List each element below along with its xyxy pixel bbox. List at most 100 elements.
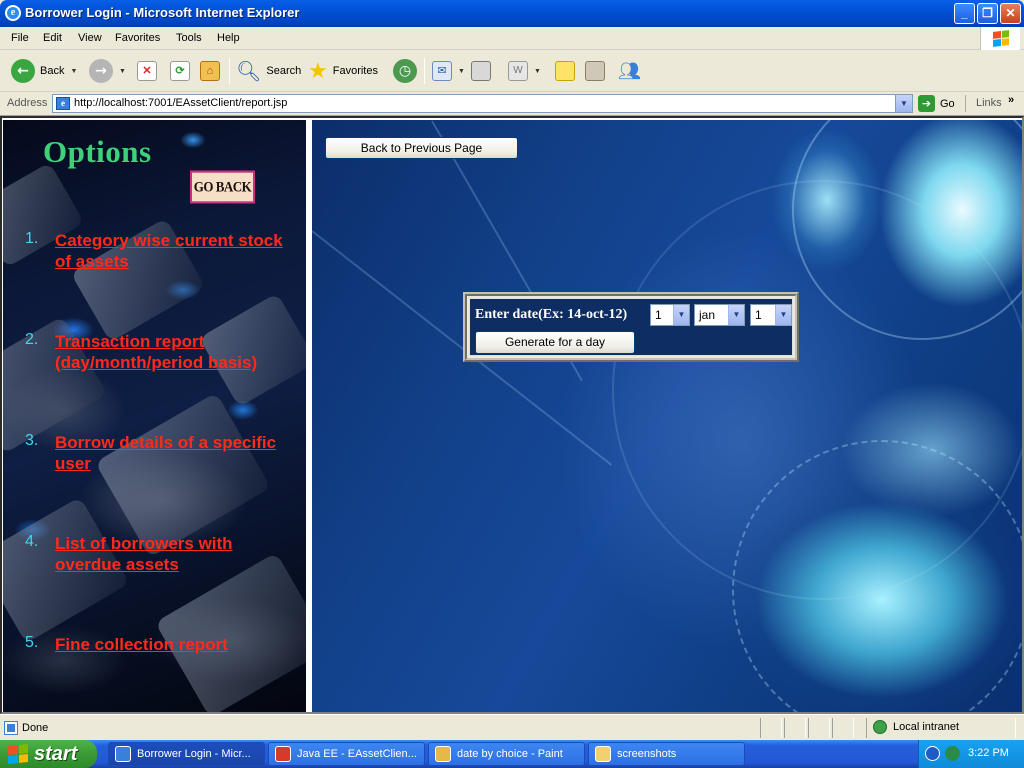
task-label: screenshots [617, 748, 677, 760]
research-button[interactable] [585, 58, 605, 84]
stop-button[interactable]: ✕ [137, 58, 157, 84]
favorites-label: Favorites [332, 65, 378, 77]
tray-collapse-icon[interactable] [925, 746, 940, 761]
edit-icon: W [508, 61, 528, 81]
option-link-category-stock[interactable]: Category wise current stock of assets [55, 230, 295, 272]
page-content: Options GO BACK 1. Category wise current… [0, 116, 1024, 714]
date-label: Enter date(Ex: 14-oct-12) [475, 307, 628, 322]
edit-button[interactable]: W ▼ [508, 58, 541, 84]
toolbar-separator [424, 58, 425, 84]
back-arrow-icon: ← [11, 59, 35, 83]
menu-favorites[interactable]: Favorites [115, 32, 160, 44]
home-button[interactable]: ⌂ [200, 58, 220, 84]
menu-tools[interactable]: Tools [176, 32, 202, 44]
taskbar-item-screenshots[interactable]: screenshots [588, 742, 745, 766]
year-select[interactable]: 1 ▼ [750, 304, 792, 326]
window-title: Borrower Login - Microsoft Internet Expl… [25, 5, 300, 20]
month-select[interactable]: jan ▼ [694, 304, 745, 326]
back-button[interactable]: ← Back ▼ [11, 58, 77, 84]
messenger-button[interactable]: 👥︎ [618, 58, 641, 84]
chevron-down-icon[interactable]: ▼ [775, 305, 791, 325]
security-zone: Local intranet [873, 720, 959, 734]
back-to-previous-button[interactable]: Back to Previous Page [325, 137, 518, 159]
generate-for-day-button[interactable]: Generate for a day [475, 331, 635, 354]
option-number: 1. [25, 230, 39, 247]
dropdown-arrow-icon[interactable]: ▼ [119, 68, 126, 75]
minimize-button[interactable]: _ [954, 3, 975, 24]
note-icon [555, 61, 575, 81]
option-link-transaction-report[interactable]: Transaction report (day/month/period bas… [55, 331, 295, 373]
chevron-down-icon[interactable]: ▼ [673, 305, 689, 325]
mail-button[interactable]: ✉ ▼ [432, 58, 465, 84]
option-link-overdue-borrowers[interactable]: List of borrowers with overdue assets [55, 533, 295, 575]
start-button[interactable]: start [0, 740, 97, 768]
search-button[interactable]: 🔍︎ Search [236, 58, 301, 84]
taskbar: start Borrower Login - Micr... Java EE -… [0, 740, 1024, 768]
ie-icon [115, 746, 131, 762]
favorites-button[interactable]: ★ Favorites [308, 58, 378, 84]
forward-button[interactable]: → ▼ [89, 58, 126, 84]
date-form-body: Enter date(Ex: 14-oct-12) 1 ▼ jan ▼ 1 ▼ … [469, 298, 793, 356]
go-button[interactable]: ➔ Go [918, 95, 955, 112]
option-number: 2. [25, 331, 39, 348]
windows-logo-icon [980, 27, 1020, 50]
menu-file[interactable]: File [11, 32, 29, 44]
menu-edit[interactable]: Edit [43, 32, 62, 44]
list-item: 1. Category wise current stock of assets [25, 230, 295, 272]
java-icon [275, 746, 291, 762]
back-label: Back [40, 65, 65, 77]
taskbar-item-ie[interactable]: Borrower Login - Micr... [108, 742, 265, 766]
option-link-fine-collection[interactable]: Fine collection report [55, 634, 295, 655]
chevron-down-icon[interactable]: ▼ [728, 305, 744, 325]
title-bar[interactable]: e Borrower Login - Microsoft Internet Ex… [0, 0, 1024, 27]
more-chevron-icon[interactable]: » [1008, 94, 1014, 106]
list-item: 4. List of borrowers with overdue assets [25, 533, 295, 575]
network-icon[interactable] [945, 746, 960, 761]
maximize-button[interactable]: ❐ [977, 3, 998, 24]
options-frame: Options GO BACK 1. Category wise current… [3, 120, 306, 712]
print-icon [471, 61, 491, 81]
history-button[interactable]: ◷ [393, 58, 417, 84]
status-text: Done [22, 722, 49, 734]
menu-help[interactable]: Help [217, 32, 240, 44]
dropdown-arrow-icon[interactable]: ▼ [458, 68, 465, 75]
links-button[interactable]: Links [976, 97, 1002, 109]
refresh-button[interactable]: ⟳ [170, 58, 190, 84]
dropdown-arrow-icon[interactable]: ▼ [70, 68, 77, 75]
go-back-button[interactable]: GO BACK [190, 170, 255, 204]
day-select[interactable]: 1 ▼ [650, 304, 690, 326]
home-icon: ⌂ [200, 61, 220, 81]
history-icon: ◷ [393, 59, 417, 83]
close-button[interactable]: ✕ [1000, 3, 1021, 24]
month-value: jan [699, 308, 716, 322]
star-icon: ★ [308, 58, 328, 83]
ie-icon: e [5, 5, 21, 21]
zone-label: Local intranet [893, 721, 960, 733]
links-separator [965, 95, 966, 112]
messenger-icon: 👥︎ [618, 60, 641, 81]
discuss-button[interactable] [555, 58, 575, 84]
menu-view[interactable]: View [78, 32, 102, 44]
year-value: 1 [755, 308, 762, 322]
chevron-down-icon[interactable]: ▼ [895, 95, 912, 112]
list-item: 5. Fine collection report [25, 634, 295, 655]
page-icon: e [56, 97, 70, 110]
status-cell [832, 718, 854, 738]
option-link-borrow-details[interactable]: Borrow details of a specific user [55, 432, 295, 474]
decorative-ring [612, 180, 1022, 600]
go-label: Go [940, 97, 955, 110]
go-arrow-icon: ➔ [918, 95, 935, 112]
status-cell [760, 718, 782, 738]
paint-icon [435, 746, 451, 762]
refresh-icon: ⟳ [170, 61, 190, 81]
page-done-icon [4, 721, 18, 735]
address-input[interactable]: e http://localhost:7001/EAssetClient/rep… [52, 94, 913, 113]
intranet-icon [873, 720, 887, 734]
date-form: Enter date(Ex: 14-oct-12) 1 ▼ jan ▼ 1 ▼ … [463, 292, 799, 362]
dropdown-arrow-icon[interactable]: ▼ [534, 68, 541, 75]
option-number: 3. [25, 432, 39, 449]
address-label: Address [7, 97, 48, 109]
print-button[interactable] [471, 58, 491, 84]
taskbar-item-java-ee[interactable]: Java EE - EAssetClien... [268, 742, 425, 766]
taskbar-item-paint[interactable]: date by choice - Paint [428, 742, 585, 766]
